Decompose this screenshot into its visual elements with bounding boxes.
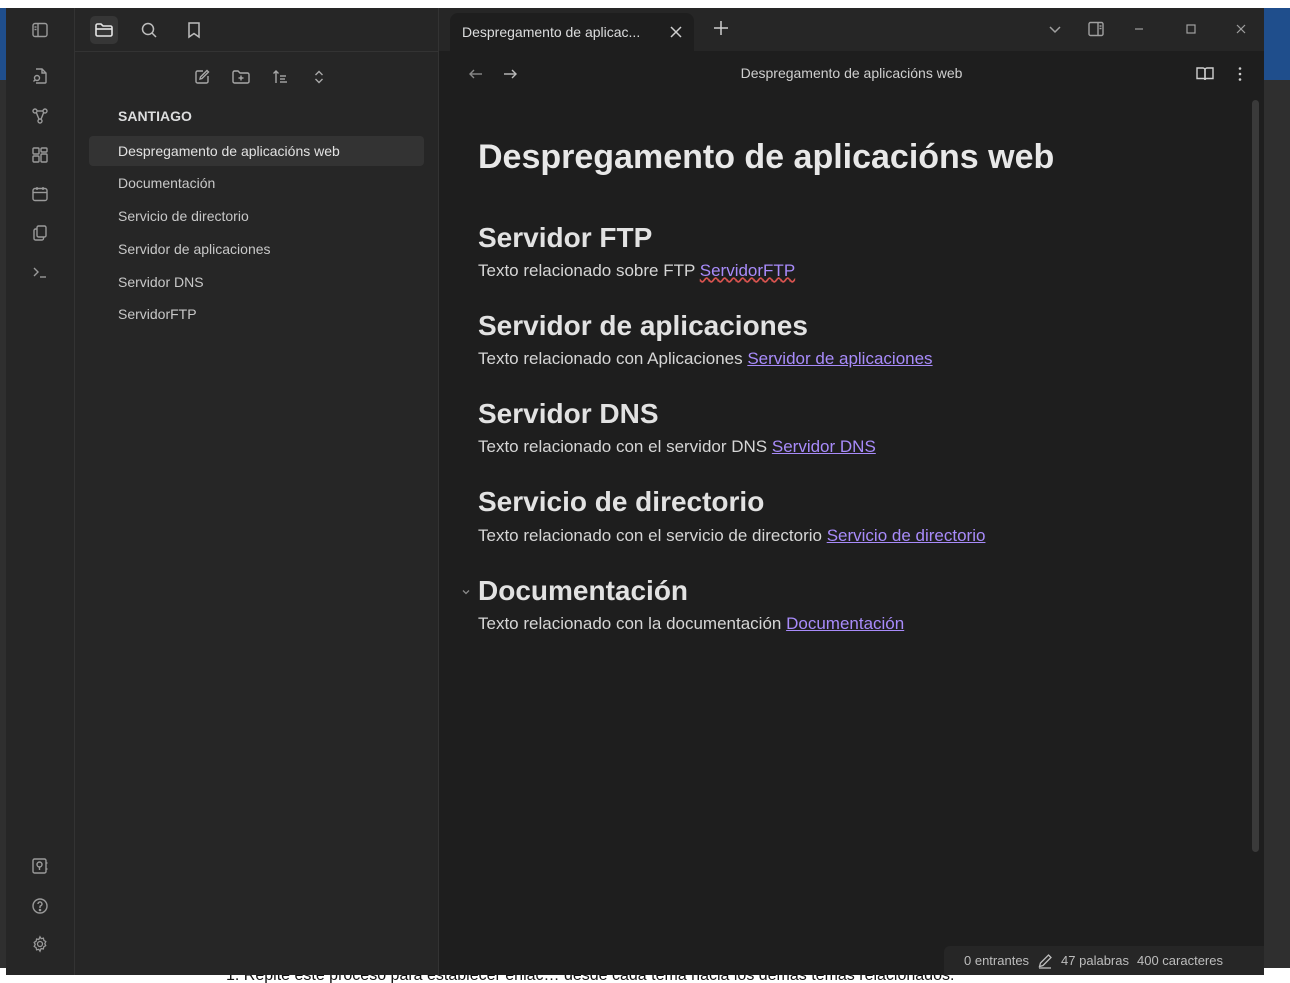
word-count: 47 palabras <box>1061 953 1129 968</box>
tab-note[interactable]: Despregamento de aplicac... <box>450 13 694 51</box>
file-item[interactable]: Servicio de directorio <box>89 201 424 231</box>
help-icon[interactable] <box>30 896 50 916</box>
minimize-icon[interactable] <box>1129 19 1149 39</box>
section-heading: Servicio de directorio <box>478 486 765 517</box>
section-paragraph: Texto relacionado sobre FTP ServidorFTP <box>478 261 795 281</box>
character-count: 400 caracteres <box>1137 953 1223 968</box>
section-heading: Servidor de aplicaciones <box>478 310 808 341</box>
file-item[interactable]: ServidorFTP <box>89 299 424 329</box>
terminal-icon[interactable] <box>30 262 50 282</box>
file-item[interactable]: Servidor de aplicaciones <box>89 234 424 264</box>
view-header-title[interactable]: Despregamento de aplicacións web <box>439 65 1264 81</box>
daily-note-icon[interactable] <box>30 184 50 204</box>
more-options-icon[interactable] <box>1231 65 1249 83</box>
section-heading: Documentación <box>478 575 689 606</box>
close-window-icon[interactable] <box>1231 19 1251 39</box>
edit-pencil-icon[interactable] <box>1037 953 1053 969</box>
backlinks-count[interactable]: 0 entrantes <box>964 953 1029 968</box>
internal-link[interactable]: ServidorFTP <box>700 261 795 280</box>
internal-link[interactable]: Servicio de directorio <box>827 526 986 545</box>
tab-bar: Despregamento de aplicac... <box>439 8 1264 51</box>
editor-area: Despregamento de aplicac... Despregament… <box>439 8 1264 975</box>
bookmarks-icon[interactable] <box>180 16 208 44</box>
sort-icon[interactable] <box>269 66 291 88</box>
background-window-strip <box>1264 8 1290 80</box>
new-folder-icon[interactable] <box>230 66 252 88</box>
status-bar: 0 entrantes 47 palabras 400 caracteres <box>944 946 1264 975</box>
tab-list-chevron-down-icon[interactable] <box>1045 19 1065 39</box>
quick-switcher-icon[interactable] <box>30 66 50 86</box>
toggle-right-sidebar-icon[interactable] <box>1086 19 1106 39</box>
section-paragraph: Texto relacionado con la documentación D… <box>478 614 904 634</box>
file-item[interactable]: Documentación <box>89 168 424 198</box>
internal-link[interactable]: Documentación <box>786 614 904 633</box>
section-text: Texto relacionado sobre FTP <box>478 261 700 280</box>
section-text: Texto relacionado con el servicio de dir… <box>478 526 827 545</box>
new-note-icon[interactable] <box>191 66 213 88</box>
section-paragraph: Texto relacionado con el servicio de dir… <box>478 526 985 546</box>
vault-name[interactable]: SANTIAGO <box>118 108 192 124</box>
section-heading: Servidor DNS <box>478 398 659 429</box>
view-header: Despregamento de aplicacións web <box>439 51 1264 95</box>
canvas-icon[interactable] <box>30 145 50 165</box>
internal-link[interactable]: Servidor de aplicaciones <box>747 349 932 368</box>
internal-link[interactable]: Servidor DNS <box>772 437 876 456</box>
section-paragraph: Texto relacionado con el servidor DNS Se… <box>478 437 876 457</box>
section-text: Texto relacionado con Aplicaciones <box>478 349 748 368</box>
reading-view-book-icon[interactable] <box>1195 65 1214 83</box>
sidebar-divider <box>75 51 438 52</box>
file-explorer-sidebar: SANTIAGO Despregamento de aplicacións we… <box>75 8 439 975</box>
fold-chevron-down-icon[interactable] <box>460 586 472 598</box>
section-text: Texto relacionado con el servidor DNS <box>478 437 772 456</box>
close-tab-icon[interactable] <box>667 23 685 41</box>
ribbon <box>6 8 75 975</box>
tab-title: Despregamento de aplicac... <box>462 24 641 40</box>
settings-icon[interactable] <box>30 934 50 954</box>
graph-view-icon[interactable] <box>30 106 50 126</box>
files-tab-icon[interactable] <box>90 16 118 44</box>
background-window-edge <box>1264 80 1290 983</box>
search-icon[interactable] <box>135 16 163 44</box>
open-vault-icon[interactable] <box>30 856 50 876</box>
file-item[interactable]: Despregamento de aplicacións web <box>89 136 424 166</box>
section-paragraph: Texto relacionado con Aplicaciones Servi… <box>478 349 933 369</box>
maximize-icon[interactable] <box>1181 19 1201 39</box>
new-tab-icon[interactable] <box>711 18 731 38</box>
scrollbar[interactable] <box>1252 100 1259 852</box>
file-item[interactable]: Servidor DNS <box>89 267 424 297</box>
section-heading: Servidor FTP <box>478 222 653 253</box>
obsidian-window: SANTIAGO Despregamento de aplicacións we… <box>6 8 1264 975</box>
toggle-sidebar-icon[interactable] <box>30 20 50 40</box>
templates-icon[interactable] <box>30 223 50 243</box>
note-title: Despregamento de aplicacións web <box>478 138 1055 176</box>
collapse-all-icon[interactable] <box>308 66 330 88</box>
section-text: Texto relacionado con la documentación <box>478 614 787 633</box>
